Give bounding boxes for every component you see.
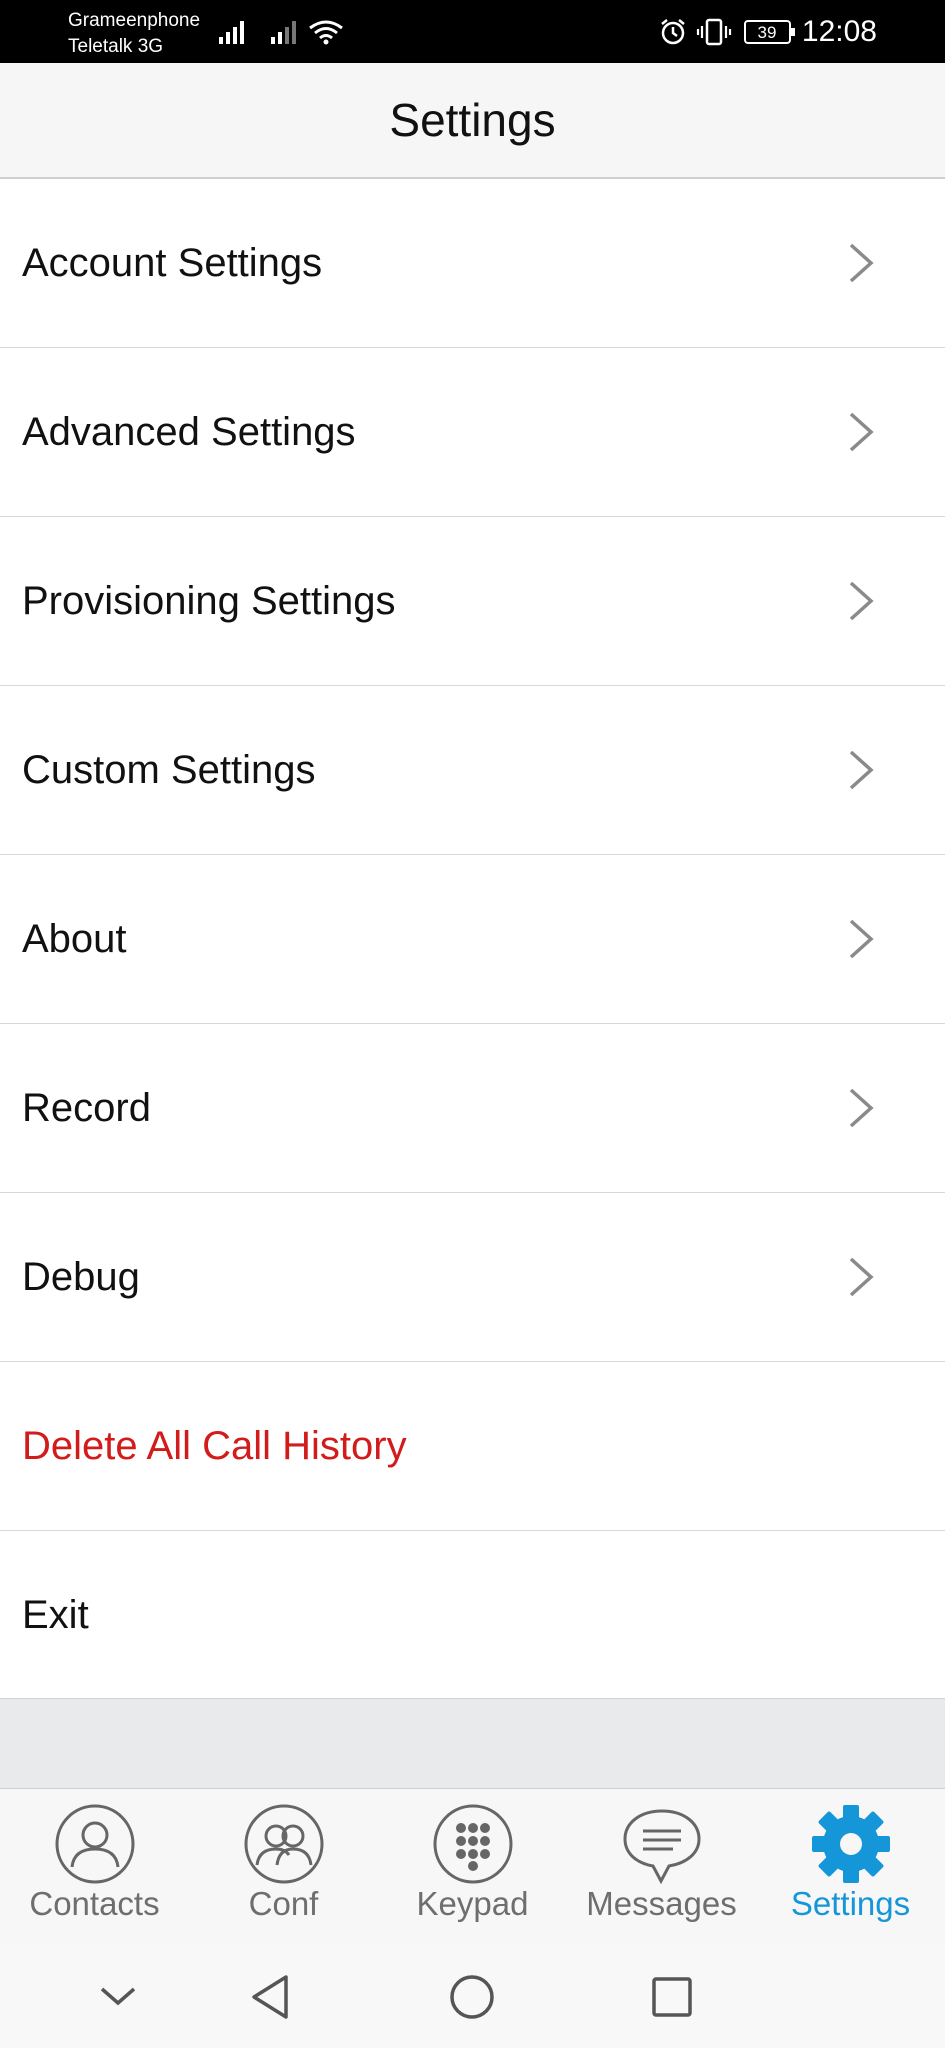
chevron-right-icon — [849, 1088, 874, 1128]
tab-label: Conf — [248, 1885, 319, 1922]
tab-contacts[interactable]: Contacts — [0, 1789, 189, 1946]
settings-item-about[interactable]: About — [0, 855, 945, 1024]
signal-strength-2-icon — [270, 0, 300, 63]
battery-level: 39 — [758, 23, 777, 42]
bottom-tab-bar: Contacts Conf Keypad Messages Settings — [0, 1788, 945, 1945]
tab-settings[interactable]: Settings — [756, 1789, 945, 1946]
settings-item-label: About — [22, 916, 127, 961]
settings-item-provisioning[interactable]: Provisioning Settings — [0, 517, 945, 686]
app-header: Settings — [0, 63, 945, 179]
contact-icon — [55, 1804, 134, 1884]
empty-space — [0, 1698, 945, 1789]
home-button[interactable] — [442, 1945, 502, 2048]
recents-button[interactable] — [642, 1945, 702, 2048]
settings-item-label: Record — [22, 1085, 151, 1130]
messages-icon — [622, 1809, 701, 1885]
carrier-1-label: Grameenphone — [68, 10, 201, 31]
page-title: Settings — [389, 94, 556, 146]
home-circle-icon — [450, 1974, 494, 2019]
signal-strength-icon — [218, 0, 248, 63]
exit-button[interactable]: Exit — [0, 1531, 945, 1700]
settings-item-label: Advanced Settings — [22, 409, 356, 454]
gear-icon — [811, 1805, 890, 1883]
tab-keypad[interactable]: Keypad — [378, 1789, 567, 1946]
back-triangle-icon — [252, 1974, 288, 2019]
chevron-right-icon — [849, 581, 874, 621]
settings-item-label: Provisioning Settings — [22, 578, 396, 623]
chevron-right-icon — [849, 750, 874, 790]
battery-icon: 39 — [744, 0, 796, 63]
keypad-icon — [433, 1804, 512, 1884]
alarm-icon — [658, 0, 688, 63]
exit-label: Exit — [22, 1592, 89, 1637]
settings-item-account[interactable]: Account Settings — [0, 179, 945, 348]
chevron-right-icon — [849, 412, 874, 452]
settings-item-label: Custom Settings — [22, 747, 316, 792]
hide-nav-button[interactable] — [88, 1945, 148, 2048]
system-nav-bar — [0, 1945, 945, 2048]
settings-item-label: Debug — [22, 1254, 140, 1299]
delete-call-history-button[interactable]: Delete All Call History — [0, 1362, 945, 1531]
tab-messages[interactable]: Messages — [567, 1789, 756, 1946]
settings-item-advanced[interactable]: Advanced Settings — [0, 348, 945, 517]
chevron-down-icon — [100, 1987, 136, 2005]
recents-square-icon — [652, 1976, 692, 2017]
chevron-right-icon — [849, 919, 874, 959]
clock: 12:08 — [801, 15, 877, 48]
settings-item-record[interactable]: Record — [0, 1024, 945, 1193]
conference-icon — [244, 1804, 323, 1884]
chevron-right-icon — [849, 1257, 874, 1297]
tab-conf[interactable]: Conf — [189, 1789, 378, 1946]
status-bar: Grameenphone Teletalk 3G 39 12:08 — [0, 0, 945, 63]
settings-item-label: Account Settings — [22, 240, 323, 285]
delete-call-history-label: Delete All Call History — [22, 1423, 407, 1468]
carrier-info: Grameenphone Teletalk 3G — [68, 8, 200, 60]
settings-list: Account Settings Advanced Settings Provi… — [0, 179, 945, 1700]
wifi-icon — [308, 0, 344, 63]
chevron-right-icon — [849, 243, 874, 283]
tab-label: Settings — [790, 1885, 911, 1922]
settings-item-custom[interactable]: Custom Settings — [0, 686, 945, 855]
tab-label: Keypad — [416, 1885, 529, 1922]
settings-item-debug[interactable]: Debug — [0, 1193, 945, 1362]
back-button[interactable] — [240, 1945, 300, 2048]
tab-label: Messages — [586, 1885, 737, 1922]
carrier-2-label: Teletalk 3G — [68, 36, 164, 57]
vibrate-icon — [696, 0, 732, 63]
tab-label: Contacts — [29, 1885, 160, 1922]
